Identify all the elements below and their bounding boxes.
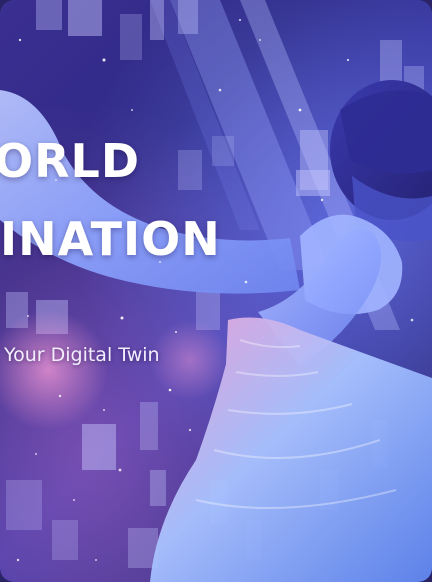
hero-image (0, 0, 432, 582)
promo-card[interactable]: ORLD INATION Your Digital Twin (0, 0, 432, 582)
glow-shape (0, 310, 108, 430)
